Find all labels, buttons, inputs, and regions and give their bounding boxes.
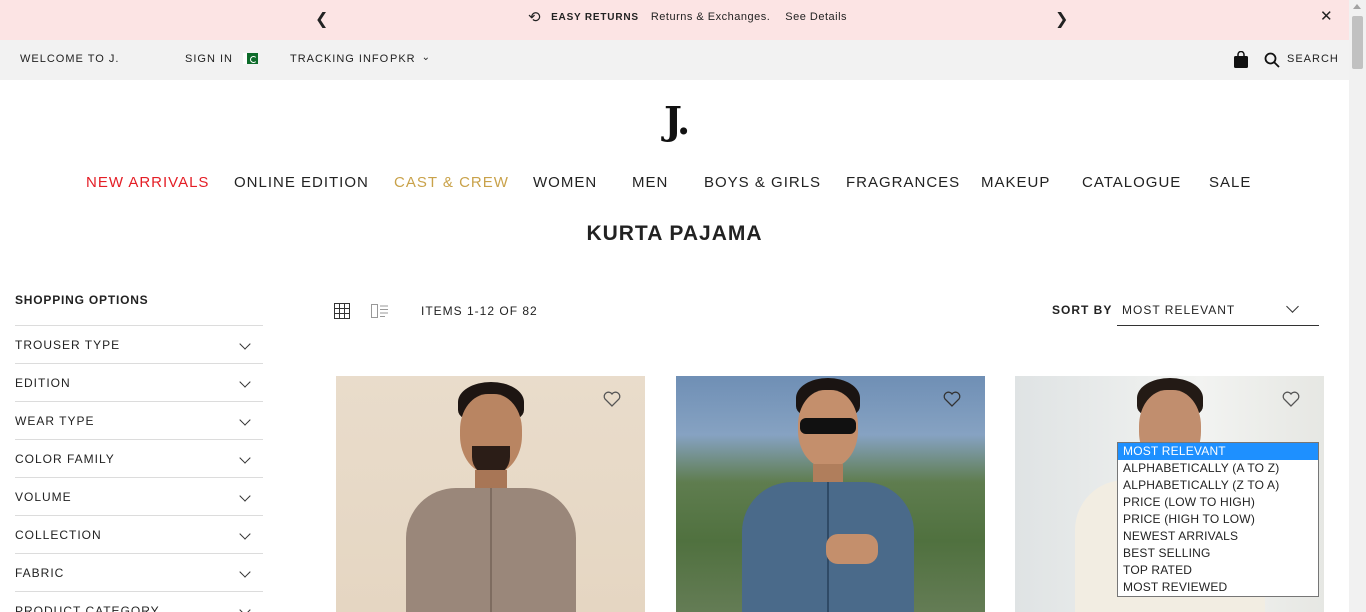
welcome-text: WELCOME TO J. — [20, 53, 120, 65]
promo-title: EASY RETURNS — [551, 11, 639, 23]
nav-new-arrivals[interactable]: NEW ARRIVALS — [86, 174, 209, 191]
nav-men[interactable]: MEN — [632, 174, 668, 191]
model-sunglasses — [800, 418, 856, 434]
filter-color-family[interactable]: COLOR FAMILY — [15, 439, 263, 477]
heart-icon[interactable] — [943, 391, 961, 407]
brand-logo[interactable]: J. — [664, 98, 690, 143]
filter-label: COLLECTION — [15, 528, 102, 542]
currency-selector[interactable]: PKR ⌄ — [390, 52, 432, 65]
chevron-down-icon — [239, 490, 251, 502]
utility-bar: WELCOME TO J. SIGN IN TRACKING INFO PKR … — [0, 40, 1349, 80]
filter-label: WEAR TYPE — [15, 414, 95, 428]
promo-see-details-link[interactable]: See Details — [785, 11, 847, 23]
nav-cast-and-crew[interactable]: CAST & CREW — [394, 174, 509, 191]
product-card-2[interactable] — [676, 376, 985, 612]
chevron-down-icon — [239, 452, 251, 464]
heart-icon[interactable] — [603, 391, 621, 407]
currency-value: PKR — [390, 53, 416, 65]
sort-select[interactable]: MOST RELEVANT — [1117, 292, 1319, 326]
page-title: KURTA PAJAMA — [586, 222, 763, 245]
chevron-down-icon — [239, 604, 251, 612]
chevron-down-icon — [239, 338, 251, 350]
filter-label: VOLUME — [15, 490, 72, 504]
chevron-down-icon — [239, 566, 251, 578]
chevron-down-icon — [1286, 300, 1299, 313]
filter-wear-type[interactable]: WEAR TYPE — [15, 401, 263, 439]
sign-in-link[interactable]: SIGN IN — [185, 53, 233, 65]
filter-fabric[interactable]: FABRIC — [15, 553, 263, 591]
chevron-down-icon — [239, 376, 251, 388]
main-navigation: NEW ARRIVALS ONLINE EDITION CAST & CREW … — [0, 174, 1349, 196]
sort-option-alpha-a-z[interactable]: ALPHABETICALLY (A TO Z) — [1118, 460, 1318, 477]
pakistan-flag-icon[interactable] — [243, 53, 258, 64]
listing-toolbar: ITEMS 1-12 OF 82 SORT BY MOST RELEVANT — [334, 300, 1324, 326]
sort-by-label: SORT BY — [1052, 303, 1113, 317]
tracking-info-link[interactable]: TRACKING INFO — [290, 53, 389, 65]
sort-option-most-reviewed[interactable]: MOST REVIEWED — [1118, 579, 1318, 596]
close-icon[interactable]: ✕ — [1320, 7, 1333, 25]
search-icon[interactable] — [1264, 52, 1280, 68]
search-link[interactable]: SEARCH — [1287, 53, 1339, 65]
product-card-1[interactable] — [336, 376, 645, 612]
grid-view-icon[interactable] — [334, 303, 350, 319]
promo-message: ⟲ EASY RETURNS Returns & Exchanges. See … — [528, 9, 847, 25]
filter-trouser-type[interactable]: TROUSER TYPE — [15, 325, 263, 363]
scroll-up-arrow-icon[interactable] — [1353, 4, 1361, 9]
sort-option-newest-arrivals[interactable]: NEWEST ARRIVALS — [1118, 528, 1318, 545]
return-arrow-icon: ⟲ — [528, 8, 542, 26]
nav-catalogue[interactable]: CATALOGUE — [1082, 174, 1181, 191]
sort-option-price-low-high[interactable]: PRICE (LOW TO HIGH) — [1118, 494, 1318, 511]
promo-text: Returns & Exchanges. — [650, 11, 771, 23]
nav-sale[interactable]: SALE — [1209, 174, 1251, 191]
filter-edition[interactable]: EDITION — [15, 363, 263, 401]
scrollbar-thumb[interactable] — [1352, 16, 1363, 69]
filter-label: TROUSER TYPE — [15, 338, 121, 352]
items-count: ITEMS 1-12 OF 82 — [421, 304, 538, 318]
nav-online-edition[interactable]: ONLINE EDITION — [234, 174, 369, 191]
nav-makeup[interactable]: MAKEUP — [981, 174, 1050, 191]
shopping-bag-icon[interactable] — [1233, 51, 1249, 68]
filter-product-category[interactable]: PRODUCT CATEGORY — [15, 591, 263, 612]
filter-label: FABRIC — [15, 566, 65, 580]
filter-sidebar: SHOPPING OPTIONS TROUSER TYPE EDITION WE… — [15, 293, 263, 612]
kurta-placket — [490, 488, 492, 612]
nav-boys-and-girls[interactable]: BOYS & GIRLS — [704, 174, 821, 191]
shopping-options-heading: SHOPPING OPTIONS — [15, 293, 149, 307]
sort-option-price-high-low[interactable]: PRICE (HIGH TO LOW) — [1118, 511, 1318, 528]
nav-women[interactable]: WOMEN — [533, 174, 597, 191]
filter-label: COLOR FAMILY — [15, 452, 115, 466]
chevron-down-icon: ⌄ — [421, 52, 432, 63]
filter-label: PRODUCT CATEGORY — [15, 604, 160, 612]
filter-label: EDITION — [15, 376, 71, 390]
page-scrollbar[interactable] — [1349, 0, 1366, 612]
nav-fragrances[interactable]: FRAGRANCES — [846, 174, 960, 191]
sort-option-alpha-z-a[interactable]: ALPHABETICALLY (Z TO A) — [1118, 477, 1318, 494]
sort-option-best-selling[interactable]: BEST SELLING — [1118, 545, 1318, 562]
model-hand — [826, 534, 878, 564]
promo-next-chevron-right-icon[interactable]: ❯ — [1055, 9, 1068, 28]
sort-option-most-relevant[interactable]: MOST RELEVANT — [1118, 443, 1318, 460]
chevron-down-icon — [239, 528, 251, 540]
filter-collection[interactable]: COLLECTION — [15, 515, 263, 553]
promo-banner: ❮ ⟲ EASY RETURNS Returns & Exchanges. Se… — [0, 0, 1349, 40]
heart-icon[interactable] — [1282, 391, 1300, 407]
chevron-down-icon — [239, 414, 251, 426]
list-view-icon[interactable] — [371, 304, 388, 318]
promo-prev-chevron-left-icon[interactable]: ❮ — [315, 9, 328, 28]
filter-volume[interactable]: VOLUME — [15, 477, 263, 515]
sort-options-dropdown: MOST RELEVANT ALPHABETICALLY (A TO Z) AL… — [1117, 442, 1319, 597]
sort-select-value: MOST RELEVANT — [1122, 303, 1236, 317]
sort-option-top-rated[interactable]: TOP RATED — [1118, 562, 1318, 579]
